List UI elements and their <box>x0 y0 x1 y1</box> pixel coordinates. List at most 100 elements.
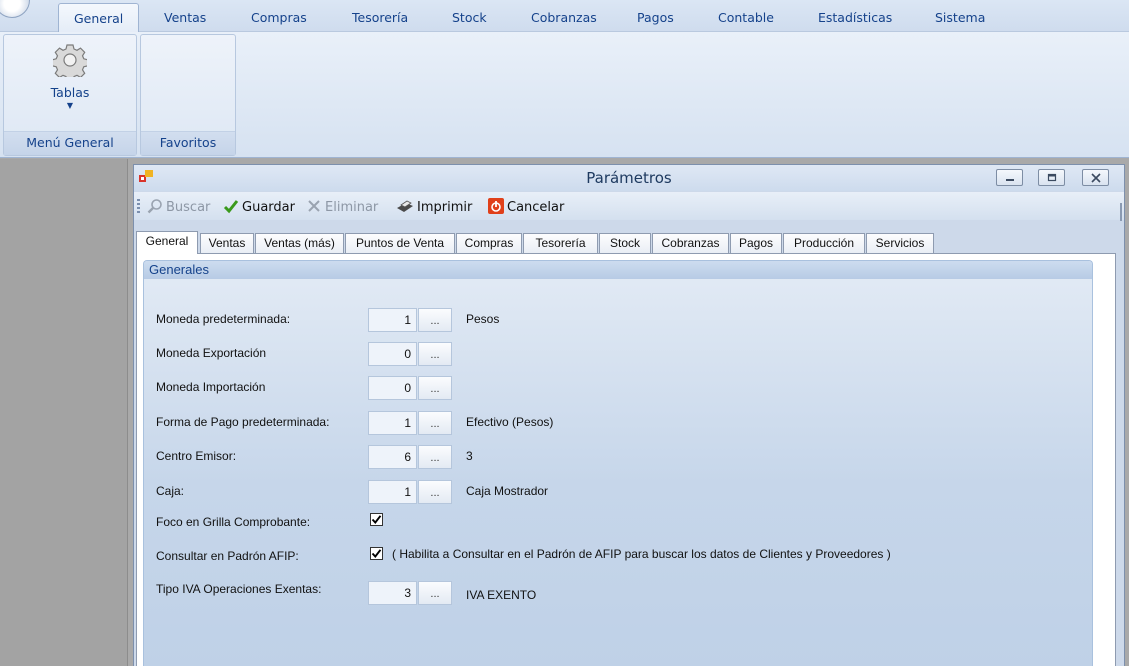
ribbon-tab-compras[interactable]: Compras <box>251 10 307 25</box>
caja-label: Caja: <box>156 484 185 498</box>
moneda-importacion-label: Moneda Importación <box>156 380 266 394</box>
ribbon-tab-stock[interactable]: Stock <box>452 10 487 25</box>
moneda-importacion-input[interactable]: 0 <box>368 376 417 400</box>
group-caption-favoritos: Favoritos <box>141 131 235 155</box>
guardar-label: Guardar <box>242 200 295 215</box>
caja-description: Caja Mostrador <box>466 484 549 498</box>
forma-de-pago-input[interactable]: 1 <box>368 411 417 435</box>
ribbon-tab-bar: General Ventas Compras Tesorería Stock C… <box>0 0 1129 33</box>
centro-emisor-lookup-button[interactable]: ... <box>418 445 452 469</box>
centro-emisor-label: Centro Emisor: <box>156 449 237 463</box>
window-titlebar[interactable]: Parámetros <box>134 165 1124 191</box>
forma-de-pago-label: Forma de Pago predeterminada: <box>156 415 330 429</box>
x-icon <box>308 200 320 212</box>
buscar-button[interactable]: Buscar <box>147 198 210 215</box>
ribbon-tab-ventas[interactable]: Ventas <box>164 10 206 25</box>
check-row: Foco en Grilla Comprobante: <box>144 511 1092 535</box>
field-row: Forma de Pago predeterminada: 1 ... Efec… <box>144 411 1092 435</box>
ribbon-tab-sistema[interactable]: Sistema <box>935 10 985 25</box>
tab-compras[interactable]: Compras <box>456 233 522 253</box>
restore-button[interactable] <box>1038 169 1065 186</box>
ribbon-group-favoritos: Favoritos <box>140 34 236 156</box>
tab-pagos[interactable]: Pagos <box>730 233 782 253</box>
ribbon-tab-general[interactable]: General <box>58 3 140 33</box>
panel-header: Generales <box>144 261 1092 279</box>
tablas-button[interactable]: Tablas ▼ <box>4 39 136 125</box>
consultar-padron-afip-description: ( Habilita a Consultar en el Padrón de A… <box>392 547 891 561</box>
field-row: Centro Emisor: 6 ... 3 <box>144 445 1092 469</box>
centro-emisor-input[interactable]: 6 <box>368 445 417 469</box>
field-row: Caja: 1 ... Caja Mostrador <box>144 480 1092 504</box>
toolbar-edge <box>1120 203 1122 221</box>
group-caption-menu-general: Menú General <box>4 131 136 155</box>
close-icon <box>1090 173 1101 183</box>
close-button[interactable] <box>1082 169 1109 186</box>
tab-puntos-de-venta[interactable]: Puntos de Venta <box>345 233 455 253</box>
printer-icon <box>397 200 413 212</box>
tab-servicios[interactable]: Servicios <box>866 233 934 253</box>
tipo-iva-exentas-label: Tipo IVA Operaciones Exentas: <box>156 582 322 596</box>
minimize-button[interactable] <box>996 169 1023 186</box>
field-row: Tipo IVA Operaciones Exentas: 3 ... IVA … <box>144 581 1092 605</box>
gear-icon <box>53 44 87 77</box>
moneda-importacion-lookup-button[interactable]: ... <box>418 376 452 400</box>
eliminar-button[interactable]: Eliminar <box>306 198 378 215</box>
cancelar-button[interactable]: Cancelar <box>488 198 564 215</box>
toolbar-grip[interactable] <box>137 199 140 213</box>
tab-produccion[interactable]: Producción <box>783 233 865 253</box>
field-row: Moneda predeterminada: 1 ... Pesos <box>144 308 1092 332</box>
buscar-label: Buscar <box>166 200 211 215</box>
dropdown-arrow-icon: ▼ <box>66 101 74 110</box>
moneda-predeterminada-input[interactable]: 1 <box>368 308 417 332</box>
caja-lookup-button[interactable]: ... <box>418 480 452 504</box>
tipo-iva-exentas-input[interactable]: 3 <box>368 581 417 605</box>
centro-emisor-description: 3 <box>466 449 473 463</box>
power-icon <box>488 198 504 214</box>
window-title: Parámetros <box>586 169 672 187</box>
ribbon-group-menu-general: Tablas ▼ Menú General <box>3 34 137 156</box>
tab-ventas-mas[interactable]: Ventas (más) <box>255 233 344 253</box>
minimize-icon <box>1005 179 1014 181</box>
tipo-iva-exentas-lookup-button[interactable]: ... <box>418 581 452 605</box>
moneda-exportacion-lookup-button[interactable]: ... <box>418 342 452 366</box>
imprimir-label: Imprimir <box>417 200 473 215</box>
magnifier-icon <box>147 199 162 214</box>
moneda-predeterminada-description: Pesos <box>466 312 500 326</box>
tab-stock[interactable]: Stock <box>599 233 651 253</box>
moneda-predeterminada-lookup-button[interactable]: ... <box>418 308 452 332</box>
field-row: Moneda Exportación 0 ... <box>144 342 1092 366</box>
forma-de-pago-description: Efectivo (Pesos) <box>466 415 554 429</box>
ribbon-tab-tesoreria[interactable]: Tesorería <box>352 10 408 25</box>
imprimir-button[interactable]: Imprimir <box>396 198 472 215</box>
guardar-button[interactable]: Guardar <box>223 198 295 215</box>
consultar-padron-afip-label: Consultar en Padrón AFIP: <box>156 549 299 563</box>
window-toolbar: Buscar Guardar Eliminar Imprimir Cancela… <box>134 192 1124 220</box>
tablas-label: Tablas <box>50 85 90 100</box>
tab-general[interactable]: General <box>136 231 198 254</box>
forma-de-pago-lookup-button[interactable]: ... <box>418 411 452 435</box>
ribbon-tab-cobranzas[interactable]: Cobranzas <box>531 10 597 25</box>
mdi-left-strip <box>0 159 128 666</box>
tab-cobranzas[interactable]: Cobranzas <box>652 233 729 253</box>
tab-ventas[interactable]: Ventas <box>200 233 254 253</box>
ribbon-tab-contable[interactable]: Contable <box>718 10 774 25</box>
eliminar-label: Eliminar <box>325 200 379 215</box>
check-row: Consultar en Padrón AFIP: ( Habilita a C… <box>144 545 1092 569</box>
ribbon-tab-pagos[interactable]: Pagos <box>637 10 674 25</box>
tab-page-general: Generales Moneda predeterminada: 1 ... P… <box>136 253 1116 666</box>
restore-icon <box>1047 173 1056 182</box>
foco-en-grilla-checkbox[interactable] <box>370 513 383 526</box>
parametros-window: Parámetros Buscar Guardar Eliminar Impri… <box>133 164 1125 666</box>
foco-en-grilla-label: Foco en Grilla Comprobante: <box>156 515 311 529</box>
moneda-exportacion-input[interactable]: 0 <box>368 342 417 366</box>
consultar-padron-afip-checkbox[interactable] <box>370 547 383 560</box>
ribbon-tab-estadisticas[interactable]: Estadísticas <box>818 10 892 25</box>
tab-tesoreria[interactable]: Tesorería <box>523 233 598 253</box>
moneda-exportacion-label: Moneda Exportación <box>156 346 267 360</box>
moneda-predeterminada-label: Moneda predeterminada: <box>156 312 291 326</box>
generales-panel: Generales Moneda predeterminada: 1 ... P… <box>143 260 1093 666</box>
tipo-iva-exentas-description: IVA EXENTO <box>466 588 537 602</box>
caja-input[interactable]: 1 <box>368 480 417 504</box>
checkmark-icon <box>371 549 382 558</box>
application-menu-button[interactable] <box>0 0 30 18</box>
